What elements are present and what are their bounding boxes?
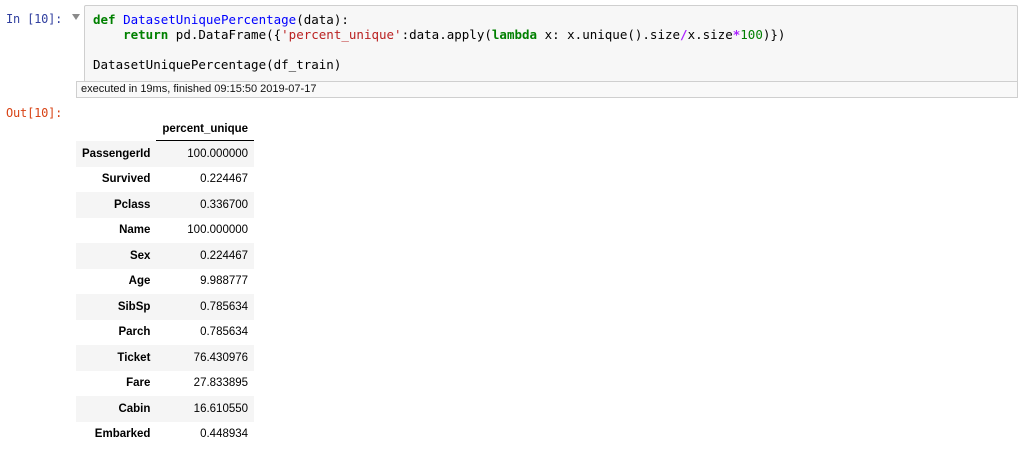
code-token: :data.apply( (401, 27, 492, 42)
code-token: return (123, 27, 169, 42)
code-line: DatasetUniquePercentage(df_train) (93, 57, 785, 72)
row-value: 0.224467 (200, 173, 249, 186)
row-value: 9.988777 (200, 275, 249, 288)
row-value: 0.785634 (200, 326, 249, 339)
code-token: DatasetUniquePercentage (123, 12, 297, 27)
code-token: )}) (762, 27, 786, 42)
row-index-label: Age (128, 275, 151, 288)
row-index-label: Embarked (94, 428, 151, 441)
code-token: pd.DataFrame({ (168, 27, 282, 42)
row-value: 100.000000 (187, 147, 249, 160)
table-row: Age 9.988777 (76, 269, 254, 295)
row-index-label: SibSp (117, 300, 151, 313)
code-token: (data): (296, 12, 349, 27)
output-prompt: Out[10]: (6, 106, 63, 120)
input-prompt: In [10]: (6, 12, 63, 26)
row-index-label: Name (119, 224, 151, 237)
code-token: x: x.unique().size (537, 27, 681, 42)
dataframe-output: percent_unique PassengerId 100.000000 Surv… (76, 118, 255, 448)
collapse-toggle-icon[interactable] (72, 14, 80, 20)
table-row: Name 100.000000 (76, 218, 254, 244)
row-value: 76.430976 (193, 351, 249, 364)
row-value: 0.448934 (200, 428, 249, 441)
code-line: def DatasetUniquePercentage(data): (93, 12, 785, 27)
table-row: Ticket 76.430976 (76, 345, 255, 371)
table-row: PassengerId 100.000000 (76, 140, 255, 167)
table-row: SibSp 0.785634 (76, 294, 255, 320)
row-index-label: PassengerId (82, 147, 151, 160)
table-header-row: percent_unique (76, 118, 255, 141)
row-value: 0.224467 (200, 249, 249, 262)
code-token: DatasetUniquePercentage(df_train) (93, 57, 342, 72)
table-row: Parch 0.785634 (76, 320, 254, 346)
table-row: Embarked 0.448934 (76, 422, 254, 448)
table-row: Fare 27.833895 (76, 371, 254, 397)
code-token: 'percent_unique' (281, 27, 402, 42)
row-index-label: Survived (101, 173, 151, 186)
index-corner (76, 118, 156, 141)
code-editor[interactable]: def DatasetUniquePercentage(data): retur… (93, 12, 785, 72)
row-index-label: Parch (118, 326, 151, 339)
code-token: x.size (687, 27, 733, 42)
row-index-label: Cabin (118, 402, 151, 415)
table-row: Cabin 16.610550 (76, 396, 255, 422)
column-header: percent_unique (156, 118, 255, 141)
code-token: lambda (491, 27, 538, 42)
row-value: 100.000000 (187, 224, 249, 237)
row-value: 27.833895 (193, 377, 249, 390)
row-index-label: Pclass (113, 198, 151, 211)
row-index-label: Sex (129, 249, 151, 262)
row-index-label: Fare (126, 377, 151, 390)
execution-status: executed in 19ms, finished 09:15:50 2019… (76, 81, 1018, 98)
code-token: def (93, 12, 116, 27)
code-token: / (680, 27, 688, 42)
row-value: 0.336700 (200, 198, 249, 211)
table-row: Sex 0.224467 (76, 243, 255, 269)
code-line: return pd.DataFrame({'percent_unique':da… (93, 27, 785, 42)
code-token: 100 (740, 27, 763, 42)
table-row: Pclass 0.336700 (76, 192, 255, 218)
row-index-label: Ticket (117, 351, 151, 364)
row-value: 0.785634 (200, 300, 249, 313)
code-input-area[interactable]: def DatasetUniquePercentage(data): retur… (84, 5, 1018, 81)
table-row: Survived 0.224467 (76, 167, 254, 193)
row-value: 16.610550 (193, 402, 249, 415)
